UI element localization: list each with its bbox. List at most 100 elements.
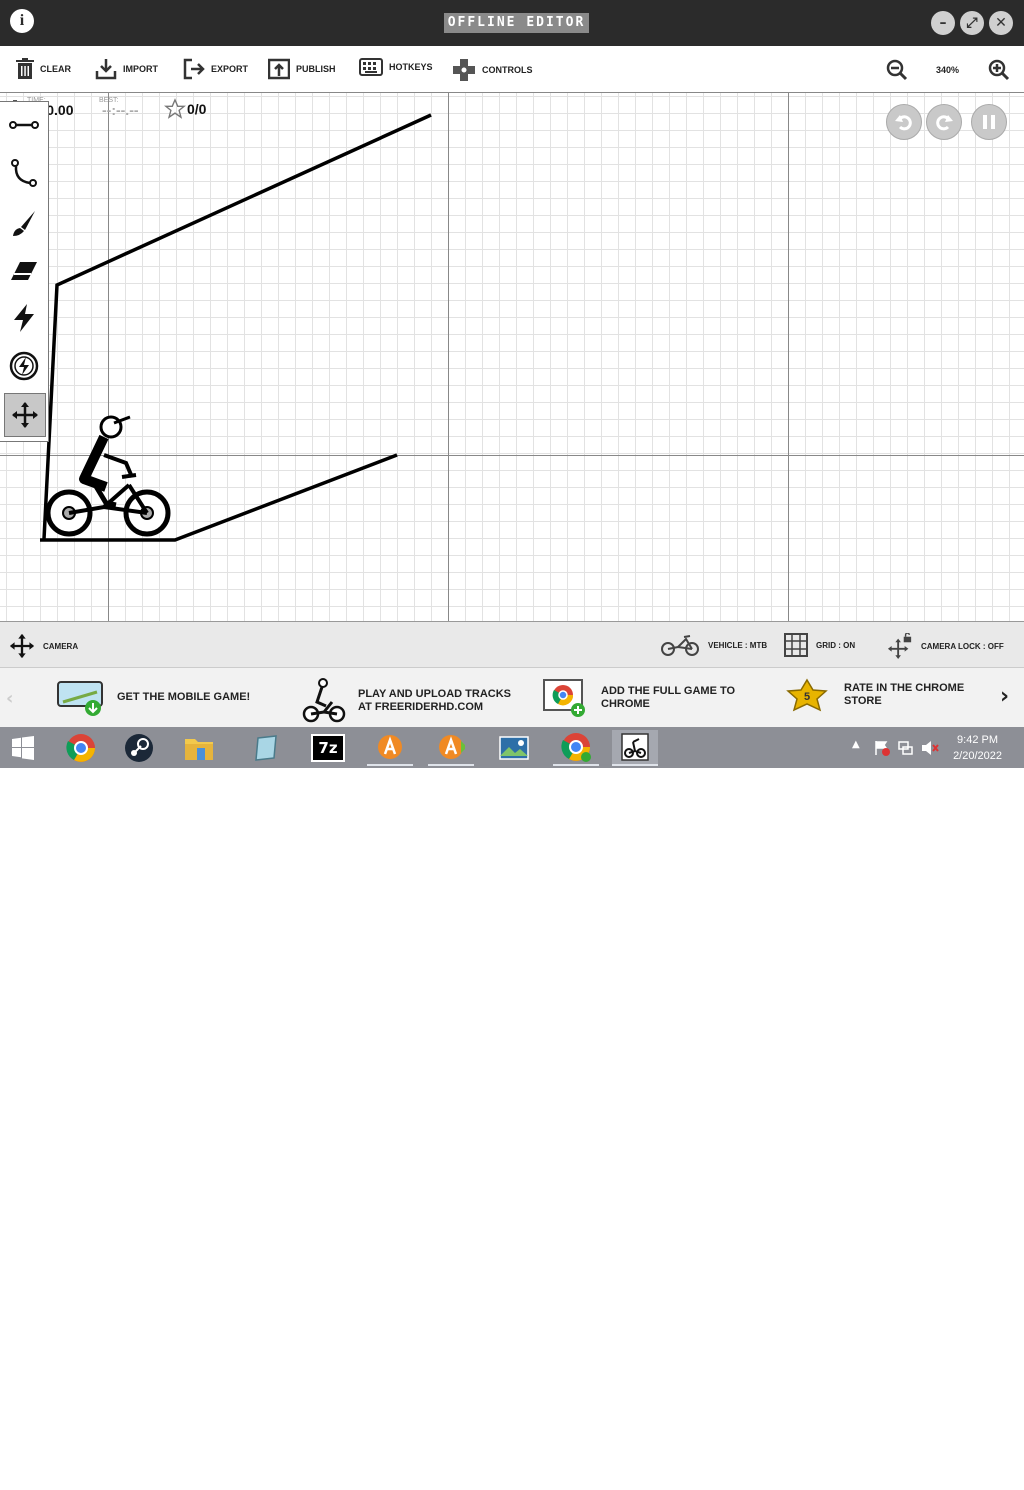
- hotkeys-button[interactable]: HOTKEYS: [359, 58, 433, 76]
- taskbar-chrome-profile[interactable]: [553, 730, 599, 766]
- taskbar-steam[interactable]: [116, 730, 162, 766]
- track-lines: [40, 113, 432, 542]
- taskbar-7zip[interactable]: 7z: [305, 730, 351, 766]
- promo-chrome-text: ADD THE FULL GAME TO CHROME: [601, 685, 736, 710]
- taskbar-file-explorer[interactable]: [176, 730, 222, 766]
- import-label: IMPORT: [123, 64, 158, 74]
- mobile-game-icon: [57, 681, 103, 716]
- export-button[interactable]: EXPORT: [183, 58, 248, 80]
- taskbar-app-2[interactable]: [428, 730, 474, 766]
- app-title: OFFLINE EDITOR: [444, 13, 589, 33]
- zoom-in-button[interactable]: [988, 59, 1010, 81]
- publish-button[interactable]: PUBLISH: [268, 58, 336, 80]
- zoom-out-icon: [886, 59, 908, 81]
- 7zip-icon: 7z: [311, 734, 345, 762]
- steam-icon: [125, 734, 153, 762]
- taskbar-photos[interactable]: [491, 730, 537, 766]
- curve-tool[interactable]: [4, 152, 44, 194]
- promo-mobile-text: GET THE MOBILE GAME!: [117, 690, 251, 703]
- title-bar: i OFFLINE EDITOR – ⤢ ✕: [0, 0, 1024, 46]
- app-a-icon: [378, 735, 402, 759]
- eraser-tool[interactable]: [4, 250, 44, 292]
- tray-date: 2/20/2022: [953, 750, 1002, 762]
- free-rider-icon: [621, 733, 649, 761]
- rider-on-bike: [45, 415, 171, 537]
- close-button[interactable]: ✕: [989, 11, 1013, 35]
- track-canvas[interactable]: TIME: 0:00.00 BEST: --:--.-- 0/0: [0, 93, 1024, 621]
- taskbar-app-1[interactable]: [367, 730, 413, 766]
- boost-circle-icon: [9, 351, 39, 381]
- maximize-button[interactable]: ⤢: [960, 11, 984, 35]
- info-icon[interactable]: i: [10, 9, 34, 33]
- camera-lock-toggle[interactable]: CAMERA LOCK : OFF: [887, 633, 1004, 659]
- straight-line-tool[interactable]: [4, 104, 44, 146]
- camera-lock-label: CAMERA LOCK : OFF: [921, 641, 1004, 651]
- network-icon[interactable]: [898, 740, 914, 756]
- grid-label: GRID : ON: [816, 640, 856, 650]
- tray-time: 9:42 PM: [957, 734, 999, 746]
- chrome-store-icon: [543, 679, 585, 717]
- curve-icon: [11, 159, 37, 187]
- promo-bar: ‹ GET THE MOBILE GAME! PLAY AND UPLOAD T…: [0, 667, 1024, 728]
- tray-overflow-icon[interactable]: ▲: [852, 739, 860, 750]
- tool-sidebar: [0, 101, 49, 442]
- straight-line-icon: [9, 121, 39, 129]
- rider-icon: [302, 678, 346, 723]
- rating-badge-number: 5: [804, 691, 810, 703]
- boost-tool[interactable]: [4, 345, 44, 387]
- clear-label: CLEAR: [40, 64, 71, 74]
- app-a-icon: [439, 735, 465, 759]
- import-icon: [95, 59, 117, 80]
- volume-muted-icon[interactable]: [921, 740, 939, 756]
- promo-rate-text: RATE IN THE CHROME STORE: [844, 682, 965, 707]
- publish-label: PUBLISH: [296, 64, 336, 74]
- grid-toggle[interactable]: GRID : ON: [784, 633, 855, 657]
- export-label: EXPORT: [211, 64, 249, 74]
- brush-tool[interactable]: [4, 202, 44, 244]
- windows-taskbar: 7z shutterstock.com · 2147418305 ▲ 9:42 …: [0, 727, 1024, 1489]
- active-tool-status: CAMERA: [9, 633, 78, 659]
- zoom-out-button[interactable]: [886, 59, 908, 81]
- bike-icon: [661, 635, 699, 656]
- watermark: shutterstock.com · 2147418305: [340, 1462, 724, 1489]
- notepad-icon: [255, 735, 277, 761]
- folder-icon: [185, 739, 213, 760]
- chrome-icon: [66, 734, 95, 762]
- lightning-icon: [14, 304, 34, 332]
- vehicle-label: VEHICLE : MTB: [708, 640, 768, 650]
- rating-badge-icon: 5: [786, 678, 828, 712]
- taskbar-notepad[interactable]: [243, 730, 289, 766]
- export-icon: [183, 58, 205, 80]
- zoom-in-icon: [988, 59, 1010, 81]
- keyboard-icon: [359, 58, 383, 76]
- active-tool-label: CAMERA: [43, 641, 79, 651]
- brush-icon: [13, 211, 35, 236]
- promo-freerider-text: PLAY AND UPLOAD TRACKS AT FREERIDERHD.CO…: [358, 688, 511, 713]
- vehicle-toggle[interactable]: VEHICLE : MTB: [660, 633, 767, 657]
- windows-logo-icon: [12, 736, 34, 760]
- chrome-profile-icon: [561, 733, 591, 762]
- editor-status-bar: CAMERA VEHICLE : MTB GRID : ON CAMERA LO…: [0, 621, 1024, 668]
- flag-alert-icon[interactable]: [874, 740, 890, 756]
- controls-label: CONTROLS: [482, 65, 533, 75]
- taskbar-chrome[interactable]: [58, 730, 104, 766]
- promo-chrome-full-game[interactable]: ADD THE FULL GAME TO CHROME: [543, 678, 735, 718]
- promo-prev-arrow[interactable]: ‹: [6, 688, 13, 709]
- publish-icon: [268, 58, 290, 80]
- taskbar-free-rider-editor[interactable]: [612, 730, 658, 766]
- controls-button[interactable]: CONTROLS: [452, 58, 533, 82]
- minimize-button[interactable]: –: [931, 11, 955, 35]
- powerup-tool[interactable]: [4, 297, 44, 339]
- tray-clock[interactable]: 9:42 PM 2/20/2022: [953, 732, 1002, 764]
- promo-freerider-link[interactable]: PLAY AND UPLOAD TRACKS AT FREERIDERHD.CO…: [302, 678, 511, 724]
- import-button[interactable]: IMPORT: [95, 58, 158, 80]
- promo-next-arrow[interactable]: ›: [1000, 684, 1009, 709]
- grid-icon: [784, 633, 808, 657]
- clear-button[interactable]: CLEAR: [16, 58, 71, 80]
- promo-mobile-game[interactable]: GET THE MOBILE GAME!: [57, 678, 250, 716]
- promo-rate-store[interactable]: 5 RATE IN THE CHROME STORE: [782, 678, 964, 712]
- camera-move-tool[interactable]: [4, 393, 46, 437]
- eraser-icon: [11, 262, 37, 280]
- editor-toolbar: CLEAR IMPORT EXPORT PUBLISH HOTKEYS CONT…: [0, 46, 1024, 93]
- start-button[interactable]: [0, 730, 46, 766]
